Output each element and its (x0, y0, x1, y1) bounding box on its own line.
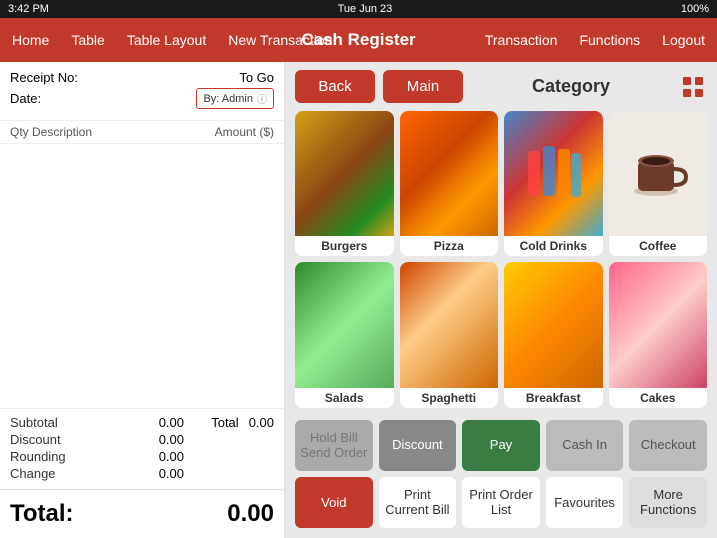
column-headers: Qty Description Amount ($) (0, 121, 284, 144)
category-salads[interactable]: Salads (295, 262, 394, 407)
by-admin-badge[interactable]: By: Admin ⓘ (196, 88, 274, 109)
col-qty-desc: Qty Description (10, 125, 92, 139)
rounding-label: Rounding (10, 449, 66, 464)
status-bar: 3:42 PM Tue Jun 23 100% (0, 0, 717, 18)
action-row-2: Void Print Current Bill Print Order List… (295, 477, 707, 528)
change-label: Change (10, 466, 56, 481)
category-label-coffee: Coffee (609, 236, 708, 256)
nav-home[interactable]: Home (10, 28, 51, 52)
main-button[interactable]: Main (383, 70, 463, 103)
top-buttons: Back Main Category (285, 62, 717, 111)
main-layout: Receipt No: To Go Date: By: Admin ⓘ Qty … (0, 62, 717, 538)
receipt-body (0, 144, 284, 408)
subtotal-value: 0.00 (134, 415, 184, 430)
status-battery: 100% (681, 3, 709, 15)
category-title: Category (471, 76, 671, 97)
status-time: 3:42 PM (8, 3, 49, 15)
right-panel: Back Main Category Burgers Pizza (285, 62, 717, 538)
receipt-header: Receipt No: To Go Date: By: Admin ⓘ (0, 62, 284, 121)
category-label-spaghetti: Spaghetti (400, 388, 499, 408)
to-go-label: To Go (239, 70, 274, 85)
nav-right: Transaction Functions Logout (483, 28, 707, 52)
total-value-right: 0.00 (249, 415, 274, 430)
category-label-pizza: Pizza (400, 236, 499, 256)
nav-title: Cash Register (301, 30, 415, 50)
category-spaghetti[interactable]: Spaghetti (400, 262, 499, 407)
nav-bar: Home Table Table Layout New Transaction … (0, 18, 717, 62)
category-coffee[interactable]: Coffee (609, 111, 708, 256)
nav-table[interactable]: Table (69, 28, 106, 52)
hold-bill-button[interactable]: Hold BillSend Order (295, 420, 373, 471)
grand-total-value: 0.00 (227, 500, 274, 528)
category-cold-drinks[interactable]: Cold Drinks (504, 111, 603, 256)
more-functions-button[interactable]: More Functions (629, 477, 707, 528)
by-admin-text: By: Admin (203, 93, 253, 105)
action-row-1: Hold BillSend Order Discount Pay Cash In… (295, 420, 707, 471)
category-label-cold-drinks: Cold Drinks (504, 236, 603, 256)
print-order-list-button[interactable]: Print Order List (462, 477, 540, 528)
category-label-cakes: Cakes (609, 388, 708, 408)
left-panel: Receipt No: To Go Date: By: Admin ⓘ Qty … (0, 62, 285, 538)
nav-transaction[interactable]: Transaction (483, 28, 560, 52)
category-pizza[interactable]: Pizza (400, 111, 499, 256)
category-burgers[interactable]: Burgers (295, 111, 394, 256)
discount-button[interactable]: Discount (379, 420, 457, 471)
receipt-no-label: Receipt No: (10, 70, 78, 85)
nav-logout[interactable]: Logout (660, 28, 707, 52)
category-label-breakfast: Breakfast (504, 388, 603, 408)
category-label-salads: Salads (295, 388, 394, 408)
void-button[interactable]: Void (295, 477, 373, 528)
info-icon: ⓘ (257, 91, 267, 106)
category-cakes[interactable]: Cakes (609, 262, 708, 407)
date-label: Date: (10, 91, 41, 106)
status-date: Tue Jun 23 (338, 3, 393, 15)
favourites-button[interactable]: Favourites (546, 477, 624, 528)
cash-in-button[interactable]: Cash In (546, 420, 624, 471)
bottom-buttons: Hold BillSend Order Discount Pay Cash In… (285, 416, 717, 538)
grand-total: Total: 0.00 (0, 489, 284, 538)
rounding-value: 0.00 (134, 449, 184, 464)
grid-view-icon[interactable] (679, 73, 707, 101)
nav-functions[interactable]: Functions (577, 28, 642, 52)
nav-table-layout[interactable]: Table Layout (125, 28, 208, 52)
receipt-totals: Subtotal 0.00 Discount 0.00 Rounding 0.0… (0, 408, 284, 489)
category-breakfast[interactable]: Breakfast (504, 262, 603, 407)
nav-left: Home Table Table Layout New Transaction (10, 28, 335, 52)
grand-total-label: Total: (10, 500, 74, 528)
checkout-button[interactable]: Checkout (629, 420, 707, 471)
change-value: 0.00 (134, 466, 184, 481)
col-amount: Amount ($) (215, 125, 274, 139)
category-grid: Burgers Pizza Cold Drinks (285, 111, 717, 416)
back-button[interactable]: Back (295, 70, 375, 103)
total-label-right: Total (211, 415, 238, 430)
discount-label: Discount (10, 432, 61, 447)
discount-value: 0.00 (134, 432, 184, 447)
subtotal-label: Subtotal (10, 415, 58, 430)
category-label-burgers: Burgers (295, 236, 394, 256)
print-current-bill-button[interactable]: Print Current Bill (379, 477, 457, 528)
pay-button[interactable]: Pay (462, 420, 540, 471)
